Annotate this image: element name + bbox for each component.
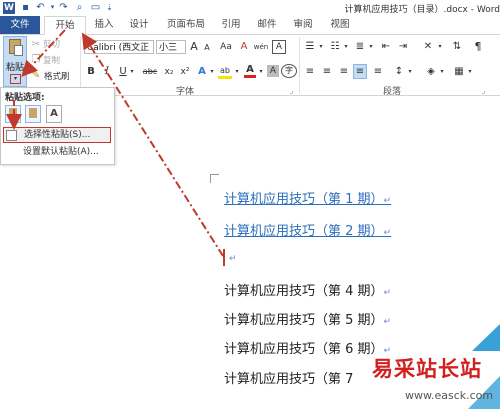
watermark-logo-text: 易采站长站 — [372, 356, 482, 381]
watermark-url: www.easck.com — [405, 389, 494, 402]
arrow-to-paste-dropdown — [21, 29, 66, 77]
arrow-to-home-tab — [81, 32, 224, 257]
annotation-overlay — [6, 29, 224, 257]
